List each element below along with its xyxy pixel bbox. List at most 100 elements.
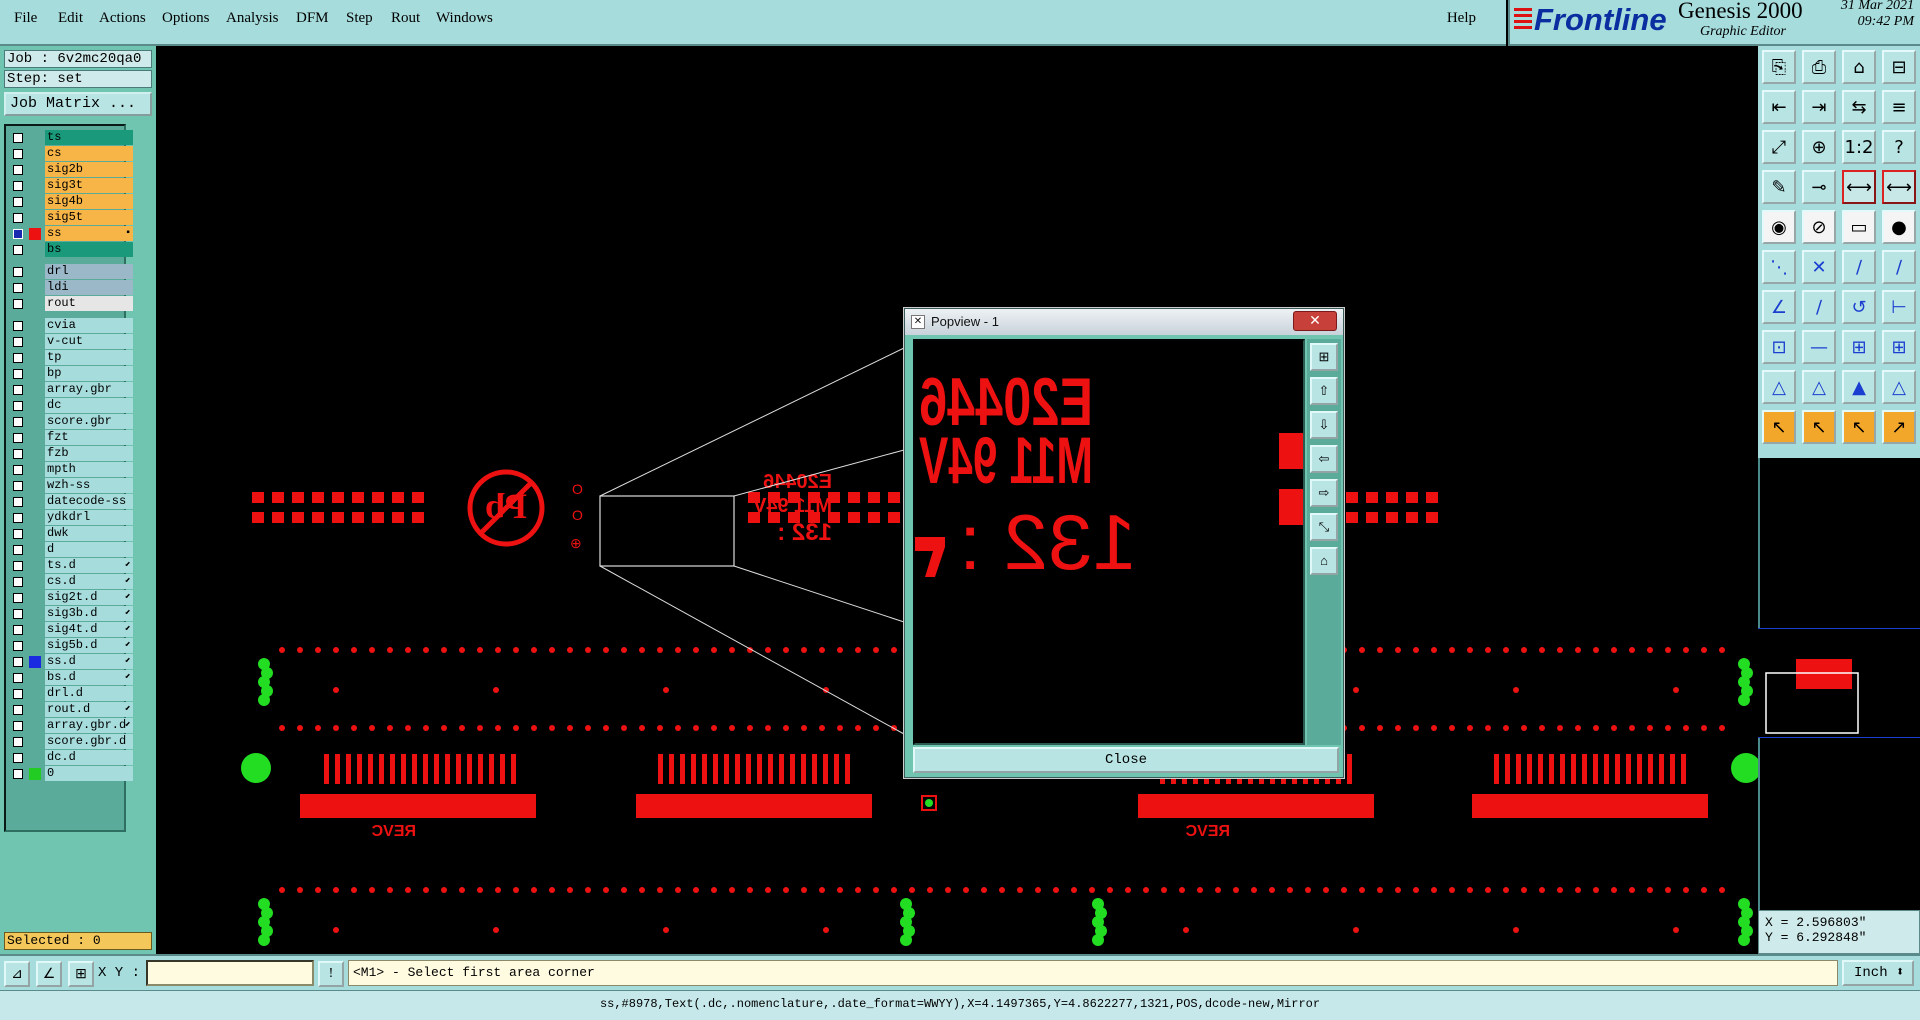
tool-button-icon[interactable]: ⊞	[1842, 330, 1876, 364]
layer-name[interactable]: rout.d ⬋	[45, 702, 133, 717]
layer-color-swatch[interactable]	[29, 212, 41, 224]
layer-row[interactable]: cs	[10, 146, 133, 162]
layer-row[interactable]: score.gbr.d	[10, 734, 133, 750]
layer-row[interactable]: bp	[10, 366, 133, 382]
layer-checkbox[interactable]	[13, 625, 23, 635]
layer-name[interactable]: cvia	[45, 318, 133, 333]
layer-color-swatch[interactable]	[29, 282, 41, 294]
layer-checkbox[interactable]	[13, 213, 23, 223]
tool-button-icon[interactable]: ▭	[1842, 210, 1876, 244]
layer-color-swatch[interactable]	[29, 320, 41, 332]
layer-checkbox[interactable]	[13, 641, 23, 651]
layer-checkbox[interactable]	[13, 433, 23, 443]
layer-color-swatch[interactable]	[29, 672, 41, 684]
layer-checkbox[interactable]	[13, 337, 23, 347]
tool-button-icon[interactable]: ∕	[1802, 290, 1836, 324]
tool-button-icon[interactable]: △	[1802, 370, 1836, 404]
layer-name[interactable]: bs	[45, 242, 133, 257]
tool-button-icon[interactable]: ⊟	[1882, 50, 1916, 84]
layer-name[interactable]: sig2b	[45, 162, 133, 177]
layer-checkbox[interactable]	[13, 545, 23, 555]
popview-canvas[interactable]: E20446 M11 94V 132 :	[913, 339, 1305, 745]
layer-checkbox[interactable]	[13, 481, 23, 491]
tool-button-icon[interactable]: ∠	[1762, 290, 1796, 324]
layer-name[interactable]: ts.d ⬋	[45, 558, 133, 573]
layer-checkbox[interactable]	[13, 593, 23, 603]
layer-row[interactable]: score.gbr	[10, 414, 133, 430]
layer-name[interactable]: score.gbr.d	[45, 734, 133, 749]
layer-checkbox[interactable]	[13, 385, 23, 395]
layer-color-swatch[interactable]	[29, 416, 41, 428]
layer-checkbox[interactable]	[13, 229, 23, 239]
popview-window[interactable]: ✕ Popview - 1 ✕ E20446 M11 94V 132 : ⊞ ⇧…	[904, 308, 1344, 778]
layer-color-swatch[interactable]	[29, 266, 41, 278]
layer-row[interactable]: bs	[10, 242, 133, 258]
layer-checkbox[interactable]	[13, 497, 23, 507]
tool-button-icon[interactable]: ✎	[1762, 170, 1796, 204]
layer-row[interactable]: drl.d	[10, 686, 133, 702]
popview-titlebar[interactable]: ✕ Popview - 1	[905, 309, 1343, 335]
layer-name[interactable]: ldi	[45, 280, 133, 295]
tool-button-icon[interactable]: ✕	[1802, 250, 1836, 284]
layer-row[interactable]: rout	[10, 296, 133, 312]
layer-row[interactable]: sig4b	[10, 194, 133, 210]
popview-up-icon[interactable]: ⇧	[1310, 377, 1338, 405]
grid-icon[interactable]: ⊞	[68, 961, 94, 987]
layer-color-swatch[interactable]	[29, 298, 41, 310]
layer-row[interactable]: dc	[10, 398, 133, 414]
layer-color-swatch[interactable]	[29, 496, 41, 508]
layer-name[interactable]: tp	[45, 350, 133, 365]
layer-name[interactable]: array.gbr	[45, 382, 133, 397]
layer-color-swatch[interactable]	[29, 148, 41, 160]
layer-checkbox[interactable]	[13, 299, 23, 309]
layer-checkbox[interactable]	[13, 737, 23, 747]
layer-name[interactable]: sig5b.d ⬋	[45, 638, 133, 653]
layer-color-swatch[interactable]	[29, 448, 41, 460]
layer-checkbox[interactable]	[13, 561, 23, 571]
menu-dfm[interactable]: DFM	[296, 10, 329, 27]
angle-icon[interactable]: ∠	[36, 961, 62, 987]
layer-row[interactable]: sig3t	[10, 178, 133, 194]
layer-row[interactable]: cs.d ⬋	[10, 574, 133, 590]
layer-checkbox[interactable]	[13, 673, 23, 683]
tool-button-icon[interactable]: 1:2	[1842, 130, 1876, 164]
layer-name[interactable]: mpth	[45, 462, 133, 477]
tool-button-icon[interactable]: ⋱	[1762, 250, 1796, 284]
layer-name[interactable]: cs.d ⬋	[45, 574, 133, 589]
layer-checkbox[interactable]	[13, 609, 23, 619]
tool-button-icon[interactable]: ⌂	[1842, 50, 1876, 84]
tool-button-icon[interactable]: ⊕	[1802, 130, 1836, 164]
layer-row[interactable]: sig2t.d ⬋	[10, 590, 133, 606]
layer-name[interactable]: sig4b	[45, 194, 133, 209]
info-icon[interactable]: !	[318, 961, 344, 987]
layer-checkbox[interactable]	[13, 283, 23, 293]
tool-button-icon[interactable]: ↖	[1842, 410, 1876, 444]
layer-color-swatch[interactable]	[29, 544, 41, 556]
layer-color-swatch[interactable]	[29, 384, 41, 396]
layer-color-swatch[interactable]	[29, 656, 41, 668]
tool-button-icon[interactable]: ↗	[1882, 410, 1916, 444]
layer-row[interactable]: ts	[10, 130, 133, 146]
layer-checkbox[interactable]	[13, 417, 23, 427]
tool-button-icon[interactable]: ⟷	[1882, 170, 1916, 204]
layer-name[interactable]: 0	[45, 766, 133, 781]
layer-row[interactable]: ss.d ⬋	[10, 654, 133, 670]
menu-edit[interactable]: Edit	[58, 10, 83, 27]
menu-actions[interactable]: Actions	[99, 10, 146, 27]
layer-name[interactable]: sig2t.d ⬋	[45, 590, 133, 605]
layer-checkbox[interactable]	[13, 369, 23, 379]
layer-name[interactable]: bp	[45, 366, 133, 381]
popview-close-button[interactable]: Close	[913, 747, 1339, 773]
layer-row[interactable]: ldi	[10, 280, 133, 296]
tool-button-icon[interactable]: ⟷	[1842, 170, 1876, 204]
layer-checkbox[interactable]	[13, 465, 23, 475]
tool-button-icon[interactable]: △	[1882, 370, 1916, 404]
layer-color-swatch[interactable]	[29, 368, 41, 380]
layer-name[interactable]: ss ▪	[45, 226, 133, 241]
layer-color-swatch[interactable]	[29, 528, 41, 540]
layer-name[interactable]: dwk	[45, 526, 133, 541]
layer-color-swatch[interactable]	[29, 432, 41, 444]
tool-button-icon[interactable]: ⊡	[1762, 330, 1796, 364]
menu-analysis[interactable]: Analysis	[226, 10, 279, 27]
layer-row[interactable]: array.gbr	[10, 382, 133, 398]
